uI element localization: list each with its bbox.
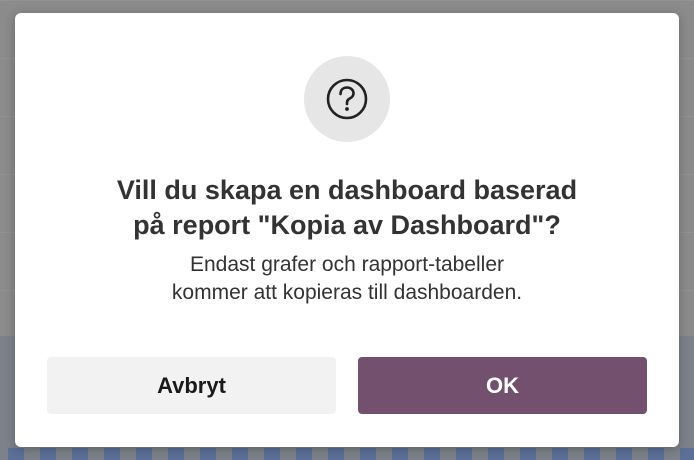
background-chart-bar	[40, 448, 56, 460]
background-chart-bar	[584, 448, 600, 460]
ok-button[interactable]: OK	[358, 357, 647, 414]
background-chart-bar	[648, 448, 664, 460]
question-mark-glyph	[326, 78, 368, 120]
background-chart-bar	[168, 448, 184, 460]
background-chart-bar	[616, 448, 632, 460]
background-chart-bar	[264, 448, 280, 460]
cancel-button[interactable]: Avbryt	[47, 357, 336, 414]
dialog-message-line: Endast grafer och rapport-tabeller	[189, 253, 504, 276]
dialog-title-line: på report "Kopia av Dashboard"?	[133, 210, 561, 240]
dialog-title: Vill du skapa en dashboard baserad på re…	[35, 173, 659, 243]
background-chart-bar	[296, 448, 312, 460]
background-chart-bar	[328, 448, 344, 460]
question-circle-icon	[304, 56, 390, 142]
dialog-message-line: kommer att kopieras till dashboarden.	[171, 281, 523, 304]
background-chart-bar	[360, 448, 376, 460]
dialog-title-line: Vill du skapa en dashboard baserad	[116, 175, 578, 205]
confirm-dialog: Vill du skapa en dashboard baserad på re…	[15, 13, 679, 447]
background-chart-bar	[392, 448, 408, 460]
background-chart-bar	[8, 448, 24, 460]
background-chart-bar	[232, 448, 248, 460]
background-chart-bar	[424, 448, 440, 460]
background-chart-bar	[488, 448, 504, 460]
background-chart-bar	[520, 448, 536, 460]
background-chart-bar	[72, 448, 88, 460]
background-chart-bar	[136, 448, 152, 460]
background-chart-bar	[552, 448, 568, 460]
background-chart-bar	[680, 448, 694, 460]
background-chart-bar	[456, 448, 472, 460]
dialog-message: Endast grafer och rapport-tabeller komme…	[35, 251, 659, 307]
background-chart-bar	[104, 448, 120, 460]
background-chart-bar	[200, 448, 216, 460]
